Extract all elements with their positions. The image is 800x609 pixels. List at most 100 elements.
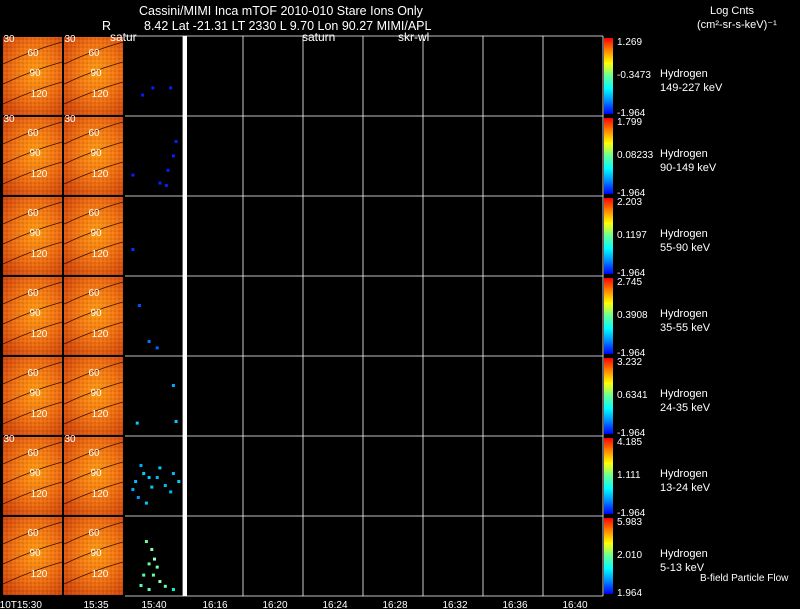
latitude-label: 60	[27, 48, 39, 59]
data-pixel	[139, 584, 143, 587]
colorbar-max-label: 1.799	[617, 117, 642, 128]
plot-area	[125, 516, 603, 596]
latitude-label: 60	[88, 128, 100, 139]
data-pixel	[141, 93, 145, 97]
latitude-label: 30	[64, 114, 76, 125]
latitude-label: 30	[64, 34, 76, 45]
time-tick-label: 16:24	[322, 600, 347, 609]
time-tick-label: 16:16	[202, 600, 227, 609]
data-pixel	[139, 464, 143, 467]
latitude-label: 60	[88, 368, 100, 379]
latitude-label: 60	[88, 208, 100, 219]
latitude-label: 90	[90, 228, 102, 239]
latitude-label: 30	[64, 434, 76, 445]
data-pixel	[150, 485, 154, 489]
panel-4: 609012060901203.2320.6341-1.964Hydrogen2…	[2, 355, 711, 439]
latitude-label: 120	[31, 329, 48, 340]
plot-area	[125, 276, 603, 356]
data-pixel	[135, 421, 139, 425]
latitude-label: 60	[88, 528, 100, 539]
time-tick-label: 16:28	[382, 600, 407, 609]
data-pixel	[147, 476, 151, 479]
latitude-label: 60	[88, 288, 100, 299]
colorbar-mid-label: 1.111	[617, 470, 641, 481]
latitude-label: 60	[27, 288, 39, 299]
latitude-label: 90	[29, 308, 41, 319]
data-pixel	[166, 168, 170, 172]
latitude-label: 90	[90, 468, 102, 479]
plot-area	[125, 116, 603, 196]
colorbar-mid-label: -0.3473	[617, 70, 651, 81]
species-label: Hydrogen	[660, 148, 708, 160]
data-pixel	[136, 496, 140, 499]
colorbar-max-label: 5.983	[617, 517, 642, 528]
latitude-label: 60	[27, 128, 39, 139]
colorbar	[604, 358, 613, 434]
latitude-label: 90	[90, 388, 102, 399]
latitude-label: 120	[31, 569, 48, 580]
time-tick-label: 010T15:30	[0, 600, 42, 609]
energy-label: 13-24 keV	[660, 482, 711, 494]
latitude-label: 60	[27, 368, 39, 379]
latitude-label: 90	[29, 388, 41, 399]
plot-area	[125, 36, 603, 116]
data-pixel	[171, 588, 175, 591]
units-label: (cm²-sr-s-keV)⁻¹	[697, 19, 777, 31]
colorbar-mid-label: 0.6341	[617, 390, 648, 401]
species-label: Hydrogen	[660, 228, 708, 240]
latitude-label: 120	[31, 89, 48, 100]
col-label-satur: satur	[110, 30, 137, 44]
energy-label: 5-13 keV	[660, 562, 705, 574]
data-pixel	[174, 140, 178, 143]
plot-area	[125, 356, 603, 436]
colorbar	[604, 38, 613, 114]
data-pixel	[171, 472, 175, 475]
data-pixel	[131, 173, 135, 177]
latitude-label: 60	[88, 448, 100, 459]
latitude-label: 120	[92, 409, 109, 420]
data-pixel	[163, 584, 167, 588]
latitude-label: 90	[29, 548, 41, 559]
species-label: Hydrogen	[660, 308, 708, 320]
species-label: Hydrogen	[660, 548, 708, 560]
latitude-label: 90	[29, 148, 41, 159]
time-tick-label: 16:32	[442, 600, 467, 609]
data-pixel	[158, 466, 162, 470]
data-gap-bar	[183, 36, 187, 596]
data-pixel	[158, 181, 162, 185]
energy-label: 90-149 keV	[660, 162, 717, 174]
colorbar-max-label: 1.269	[617, 37, 642, 48]
latitude-label: 30	[3, 34, 15, 45]
latitude-label: 120	[31, 249, 48, 260]
latitude-label: 120	[92, 89, 109, 100]
colorbar-max-label: 3.232	[617, 357, 642, 368]
data-pixel	[151, 573, 155, 577]
energy-label: 24-35 keV	[660, 402, 711, 414]
colorbar-mid-label: 0.08233	[617, 150, 654, 161]
colorbar-min-label: 1.964	[617, 588, 642, 599]
latitude-label: 60	[27, 208, 39, 219]
panel-2: 609012060901202.2030.1197-1.964Hydrogen5…	[2, 195, 711, 279]
colorbar-mid-label: 0.1197	[617, 230, 647, 241]
panel-5: 3060901203060901204.1851.111-1.964Hydrog…	[2, 434, 711, 519]
plot-area	[125, 436, 603, 516]
data-pixel	[144, 501, 148, 505]
latitude-label: 120	[92, 489, 109, 500]
latitude-label: 90	[29, 468, 41, 479]
time-tick-label: 15:35	[83, 600, 108, 609]
position-readout: 8.42 Lat -21.31 LT 2330 L 9.70 Lon 90.27…	[144, 19, 432, 33]
latitude-label: 120	[92, 169, 109, 180]
latitude-label: 30	[3, 434, 15, 445]
data-pixel	[169, 86, 173, 90]
data-pixel	[147, 562, 151, 566]
units-title: Log Cnts	[710, 5, 755, 17]
data-pixel	[137, 304, 141, 307]
latitude-label: 30	[3, 114, 15, 125]
latitude-label: 120	[92, 569, 109, 580]
footer-note: B-field Particle Flow	[700, 573, 789, 584]
data-pixel	[155, 346, 159, 350]
latitude-label: 60	[27, 528, 39, 539]
latitude-label: 90	[90, 548, 102, 559]
latitude-label: 120	[31, 409, 48, 420]
data-pixel	[155, 476, 159, 479]
